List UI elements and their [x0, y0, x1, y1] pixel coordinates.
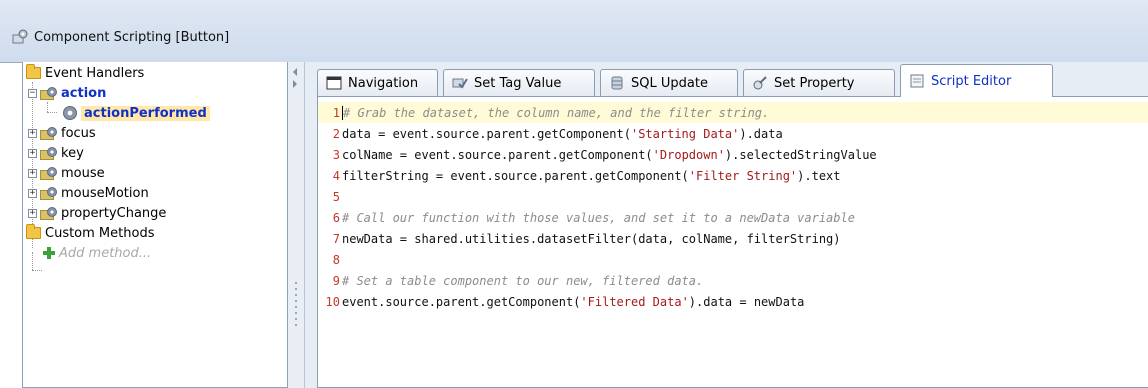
dialog-titlebar: Component Scripting [Button]	[0, 0, 1148, 63]
line-number: 9	[332, 273, 340, 288]
code-line: 9 # Set a table component to our new, fil…	[318, 270, 1148, 291]
code-text: # Call our function with those values, a…	[342, 210, 855, 225]
component-gear-icon	[12, 29, 28, 44]
tree-node-action[interactable]: − action	[28, 84, 106, 102]
expand-icon[interactable]: +	[28, 168, 37, 178]
tree-node-mouse[interactable]: + mouse	[28, 164, 105, 182]
string-literal: 'Filtered Data'	[580, 294, 689, 309]
folder-icon	[26, 224, 41, 239]
code-line: 8	[318, 249, 1148, 270]
tree-node-mouse-motion[interactable]: + mouseMotion	[28, 184, 149, 202]
folder-icon	[26, 64, 41, 79]
line-number: 2	[332, 126, 340, 141]
code-text: # Grab the dataset, the column name, and…	[343, 105, 770, 120]
line-number: 7	[332, 231, 340, 246]
event-folder-icon	[40, 126, 57, 140]
tree-node-key[interactable]: + key	[28, 144, 84, 162]
pane-splitter[interactable]	[288, 62, 305, 388]
event-folder-icon	[40, 206, 57, 220]
string-literal: 'Starting Data'	[630, 126, 740, 141]
tree-node-focus[interactable]: + focus	[28, 124, 96, 142]
event-folder-icon	[40, 86, 57, 100]
splitter-grip	[295, 306, 297, 308]
expand-icon[interactable]: +	[28, 148, 37, 158]
splitter-grip	[295, 312, 297, 314]
gear-icon	[63, 106, 77, 120]
code-text: event.source.parent.getComponent('Filter…	[342, 294, 805, 309]
event-handler-tree[interactable]: Event Handlers − action actionPerformed …	[22, 62, 288, 388]
expand-icon[interactable]: +	[28, 128, 37, 138]
splitter-grip	[295, 324, 297, 326]
collapse-left-icon[interactable]	[293, 68, 297, 76]
string-literal: 'Dropdown'	[652, 147, 725, 162]
code-line: 2 data = event.source.parent.getComponent…	[318, 123, 1148, 144]
line-number: 5	[332, 189, 340, 204]
tree-node-property-change[interactable]: + propertyChange	[28, 204, 166, 222]
database-icon	[611, 76, 623, 90]
tab-sql-update[interactable]: SQL Update	[600, 69, 738, 96]
code-line: 5	[318, 186, 1148, 207]
code-line: 1 # Grab the dataset, the column name, an…	[318, 102, 1148, 123]
tab-script-editor[interactable]: Script Editor	[900, 64, 1053, 97]
line-number: 3	[332, 147, 340, 162]
line-number: 4	[332, 168, 340, 183]
splitter-grip	[295, 282, 297, 284]
line-number: 10	[325, 294, 340, 309]
collapse-icon[interactable]: −	[28, 88, 37, 98]
property-icon	[753, 76, 767, 90]
tree-node-action-performed[interactable]: actionPerformed	[63, 104, 210, 122]
tag-check-icon	[452, 78, 468, 89]
code-text: newData = shared.utilities.datasetFilter…	[342, 231, 841, 246]
code-text: filterString = event.source.parent.getCo…	[342, 168, 841, 183]
code-line: 6 # Call our function with those values, …	[318, 207, 1148, 228]
splitter-grip	[295, 300, 297, 302]
dialog-title: Component Scripting [Button]	[34, 30, 230, 45]
tab-navigation[interactable]: Navigation	[317, 69, 438, 96]
event-folder-icon	[40, 146, 57, 160]
script-icon	[910, 74, 924, 88]
expand-right-icon[interactable]	[293, 80, 297, 88]
tree-node-event-handlers[interactable]: Event Handlers	[26, 64, 144, 82]
expand-icon[interactable]: +	[28, 208, 37, 218]
code-line: 10 event.source.parent.getComponent('Filt…	[318, 291, 1148, 312]
tab-set-property[interactable]: Set Property	[743, 69, 895, 96]
code-line: 3 colName = event.source.parent.getCompon…	[318, 144, 1148, 165]
action-editor-pane: Navigation Set Tag Value SQL Update Set …	[305, 62, 1148, 388]
splitter-grip	[295, 288, 297, 290]
tree-node-custom-methods[interactable]: Custom Methods	[26, 224, 154, 242]
line-number: 1	[332, 105, 340, 120]
code-text: # Set a table component to our new, filt…	[342, 273, 704, 288]
expand-icon[interactable]: +	[28, 188, 37, 198]
code-line: 4 filterString = event.source.parent.getC…	[318, 165, 1148, 186]
line-number: 6	[332, 210, 340, 225]
event-folder-icon	[40, 186, 57, 200]
splitter-grip	[295, 294, 297, 296]
splitter-grip	[295, 318, 297, 320]
code-text: data = event.source.parent.getComponent(…	[342, 126, 783, 141]
code-line: 7 newData = shared.utilities.datasetFilte…	[318, 228, 1148, 249]
add-method-item[interactable]: Add method...	[43, 244, 151, 262]
line-number: 8	[332, 252, 340, 267]
script-editor[interactable]: 1 # Grab the dataset, the column name, an…	[317, 96, 1148, 388]
code-text: colName = event.source.parent.getCompone…	[342, 147, 877, 162]
window-icon	[326, 76, 342, 90]
event-folder-icon	[40, 166, 57, 180]
string-literal: 'Filter String'	[688, 168, 798, 183]
tab-set-tag-value[interactable]: Set Tag Value	[443, 69, 595, 96]
plus-icon	[43, 247, 55, 259]
